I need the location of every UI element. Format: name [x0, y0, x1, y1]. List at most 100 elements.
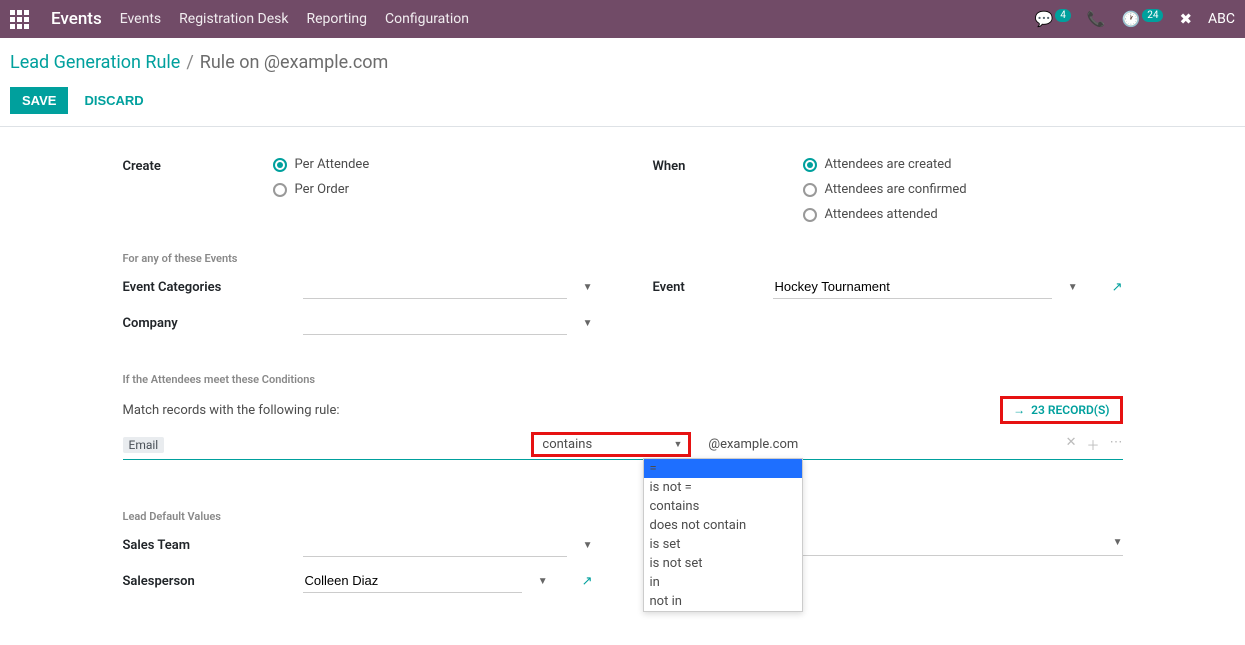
operator-option-neq[interactable]: is not =	[644, 478, 802, 497]
phone-icon[interactable]: 📞	[1087, 10, 1106, 28]
sales-team-row: Sales Team ▼	[123, 533, 593, 557]
domain-rule-row: Email contains ▼ @example.com ✕ ＋ ⋯ = is…	[123, 432, 1123, 460]
radio-icon	[803, 158, 817, 172]
when-option-label: Attendees are created	[825, 157, 952, 172]
chevron-down-icon: ▼	[583, 282, 593, 293]
breadcrumb-separator: /	[186, 52, 193, 73]
radio-icon	[803, 183, 817, 197]
when-option-label: Attendees are confirmed	[825, 182, 967, 197]
records-count-button[interactable]: → 23 RECORD(S)	[1000, 396, 1122, 424]
events-left-col: Event Categories ▼ Company ▼	[123, 275, 593, 347]
create-group: Create Per Attendee Per Order	[123, 157, 593, 222]
conditions-section-title: If the Attendees meet these Conditions	[123, 373, 1123, 386]
rule-actions: ✕ ＋ ⋯	[1066, 435, 1123, 454]
when-option-attended[interactable]: Attendees attended	[803, 207, 1123, 222]
nav-registration-desk[interactable]: Registration Desk	[179, 11, 288, 27]
apps-icon[interactable]	[10, 10, 29, 29]
operator-dropdown: = is not = contains does not contain is …	[643, 458, 803, 612]
radio-icon	[803, 208, 817, 222]
event-row: Event ▼ ↗	[653, 275, 1123, 299]
create-label: Create	[123, 157, 273, 222]
breadcrumb: Lead Generation Rule / Rule on @example.…	[0, 38, 1245, 83]
when-option-confirmed[interactable]: Attendees are confirmed	[803, 182, 1123, 197]
create-option-label: Per Order	[295, 182, 350, 197]
company-input[interactable]	[303, 311, 567, 335]
operator-option-is-not-set[interactable]: is not set	[644, 554, 802, 573]
salesperson-input[interactable]	[303, 569, 522, 593]
chevron-down-icon: ▼	[583, 318, 593, 329]
form-sheet: Create Per Attendee Per Order When Atten…	[83, 127, 1163, 645]
operator-option-in[interactable]: in	[644, 573, 802, 592]
activity-icon[interactable]: 🕐24	[1122, 10, 1164, 28]
chat-icon[interactable]: 💬4	[1035, 10, 1071, 28]
operator-option-eq[interactable]: =	[644, 459, 802, 478]
create-when-row: Create Per Attendee Per Order When Atten…	[123, 157, 1123, 222]
event-input[interactable]	[773, 275, 1052, 299]
when-option-label: Attendees attended	[825, 207, 938, 222]
sales-team-label: Sales Team	[123, 538, 273, 553]
when-group: When Attendees are created Attendees are…	[653, 157, 1123, 222]
salesperson-row: Salesperson ▼ ↗	[123, 569, 593, 593]
nav-reporting[interactable]: Reporting	[306, 11, 367, 27]
event-categories-label: Event Categories	[123, 280, 273, 295]
create-option-per-order[interactable]: Per Order	[273, 182, 593, 197]
external-link-icon[interactable]: ↗	[1112, 280, 1123, 295]
company-label: Company	[123, 316, 273, 331]
external-link-icon[interactable]: ↗	[582, 574, 593, 589]
rule-field-chip[interactable]: Email	[123, 437, 165, 453]
operator-option-not-contain[interactable]: does not contain	[644, 516, 802, 535]
when-option-created[interactable]: Attendees are created	[803, 157, 1123, 172]
radio-icon	[273, 158, 287, 172]
event-categories-input[interactable]	[303, 275, 567, 299]
events-right-col: Event ▼ ↗	[653, 275, 1123, 347]
nav-events[interactable]: Events	[120, 11, 161, 27]
chevron-down-icon: ▼	[673, 439, 682, 450]
chat-badge: 4	[1055, 9, 1071, 22]
defaults-left: Sales Team ▼ Salesperson ▼ ↗	[123, 533, 593, 605]
records-count-label: 23 RECORD(S)	[1031, 403, 1109, 417]
when-label: When	[653, 157, 803, 222]
conditions-header: Match records with the following rule: →…	[123, 396, 1123, 424]
chevron-down-icon: ▼	[538, 576, 548, 587]
create-options: Per Attendee Per Order	[273, 157, 593, 222]
defaults-grid: Sales Team ▼ Salesperson ▼ ↗ Other ✕ ▼	[123, 533, 1123, 605]
create-option-label: Per Attendee	[295, 157, 370, 172]
chevron-down-icon: ▼	[583, 540, 593, 551]
rule-value-input[interactable]: @example.com	[698, 437, 1055, 452]
remove-rule-icon[interactable]: ✕	[1066, 435, 1077, 454]
events-fields: Event Categories ▼ Company ▼ Event ▼ ↗	[123, 275, 1123, 347]
action-bar: SAVE DISCARD	[0, 83, 1245, 127]
chevron-down-icon: ▼	[1068, 282, 1078, 293]
activity-badge: 24	[1142, 9, 1163, 22]
event-categories-row: Event Categories ▼	[123, 275, 593, 299]
rule-operator-value: contains	[542, 437, 592, 452]
breadcrumb-current: Rule on @example.com	[200, 52, 389, 73]
add-rule-icon[interactable]: ＋	[1087, 435, 1100, 454]
defaults-section-title: Lead Default Values	[123, 510, 1123, 523]
operator-option-not-in[interactable]: not in	[644, 592, 802, 611]
sales-team-input[interactable]	[303, 533, 567, 557]
breadcrumb-parent[interactable]: Lead Generation Rule	[10, 52, 180, 73]
topbar-right: 💬4 📞 🕐24 ✖ ABC	[1035, 10, 1235, 28]
topbar: Events Events Registration Desk Reportin…	[0, 0, 1245, 38]
app-name[interactable]: Events	[51, 9, 102, 29]
events-section-title: For any of these Events	[123, 252, 1123, 265]
save-button[interactable]: SAVE	[10, 87, 68, 114]
discard-button[interactable]: DISCARD	[84, 93, 143, 108]
arrow-right-icon: →	[1013, 403, 1025, 417]
when-options: Attendees are created Attendees are conf…	[803, 157, 1123, 222]
debug-icon[interactable]: ✖	[1179, 10, 1192, 28]
salesperson-label: Salesperson	[123, 574, 273, 589]
operator-option-is-set[interactable]: is set	[644, 535, 802, 554]
operator-option-contains[interactable]: contains	[644, 497, 802, 516]
create-option-per-attendee[interactable]: Per Attendee	[273, 157, 593, 172]
company-row: Company ▼	[123, 311, 593, 335]
more-rule-icon[interactable]: ⋯	[1110, 435, 1123, 454]
rule-operator-select[interactable]: contains ▼	[531, 432, 691, 457]
nav-configuration[interactable]: Configuration	[385, 11, 469, 27]
topbar-left: Events Events Registration Desk Reportin…	[10, 9, 469, 29]
radio-icon	[273, 183, 287, 197]
match-records-text: Match records with the following rule:	[123, 403, 340, 418]
event-label: Event	[653, 280, 743, 295]
user-menu[interactable]: ABC	[1208, 11, 1235, 27]
